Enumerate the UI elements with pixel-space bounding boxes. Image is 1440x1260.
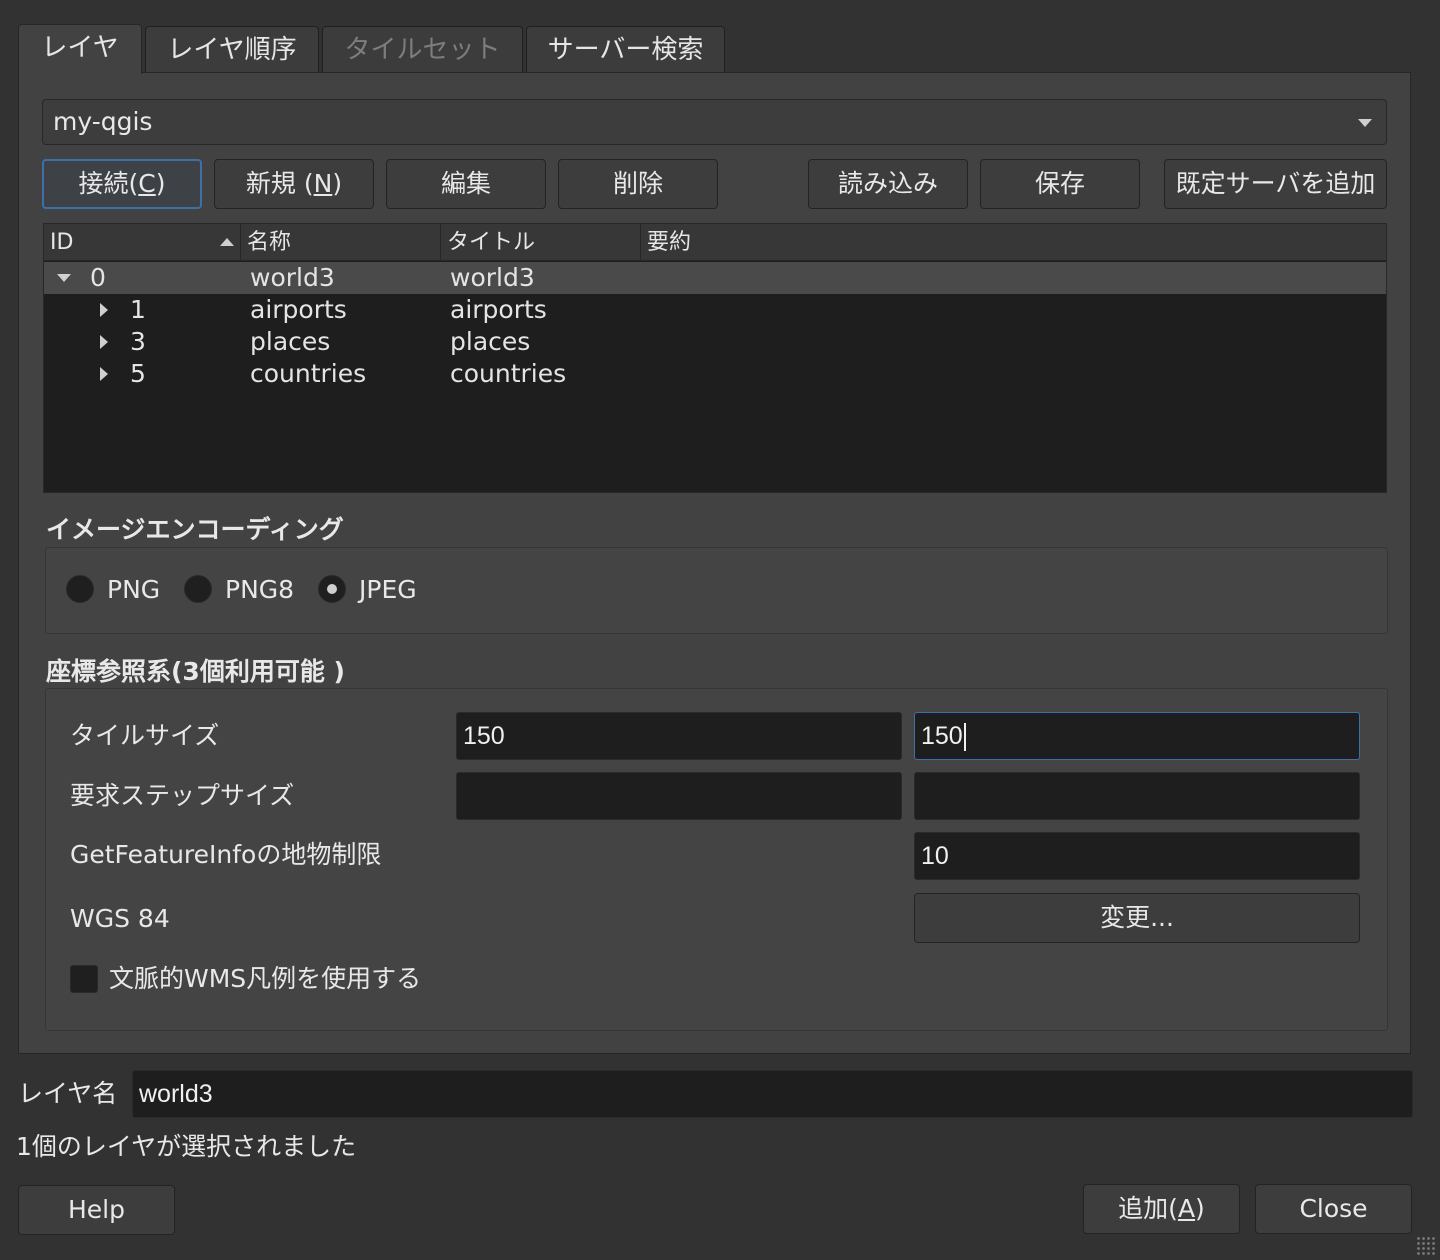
column-header-id[interactable]: ID: [44, 224, 241, 261]
new-button[interactable]: 新規 (N): [214, 159, 374, 209]
row-id: 1: [130, 295, 146, 324]
row-title: places: [450, 327, 531, 356]
collapsed-arrow-icon[interactable]: [100, 303, 108, 317]
tab-server-search[interactable]: サーバー検索: [526, 26, 725, 74]
tab-layers[interactable]: レイヤ: [18, 24, 142, 74]
step-size-label: 要求ステップサイズ: [70, 781, 295, 810]
layer-name-input[interactable]: world3: [132, 1070, 1413, 1118]
row-name: world3: [250, 263, 335, 292]
resize-grip-icon[interactable]: [1416, 1236, 1436, 1256]
add-button[interactable]: 追加(A): [1083, 1184, 1240, 1234]
row-title: countries: [450, 359, 567, 388]
row-id: 0: [90, 263, 106, 292]
encoding-radio-png8[interactable]: [184, 575, 212, 603]
connection-combo[interactable]: my-qgis: [42, 99, 1387, 145]
help-button[interactable]: Help: [18, 1185, 175, 1235]
tab-layer-order[interactable]: レイヤ順序: [145, 26, 319, 74]
row-name: airports: [250, 295, 347, 324]
tile-width-input[interactable]: 150: [456, 712, 902, 760]
edit-button[interactable]: 編集: [386, 159, 546, 209]
chevron-down-icon: [1358, 119, 1372, 127]
feature-limit-input[interactable]: 10: [914, 832, 1360, 880]
image-encoding-group: PNG PNG8 JPEG: [45, 547, 1388, 634]
sort-ascending-icon: [220, 238, 234, 246]
row-name: countries: [250, 359, 367, 388]
feature-limit-label: GetFeatureInfoの地物制限: [70, 840, 382, 869]
crs-title: 座標参照系(3個利用可能 ): [46, 657, 345, 686]
layer-name-label: レイヤ名: [18, 1079, 118, 1108]
tile-height-input[interactable]: 150: [914, 712, 1360, 760]
save-button[interactable]: 保存: [980, 159, 1140, 209]
encoding-radio-png[interactable]: [66, 575, 94, 603]
change-crs-button[interactable]: 変更...: [914, 893, 1360, 943]
connect-button[interactable]: 接続(C): [42, 159, 202, 209]
table-row[interactable]: 0 world3 world3: [44, 262, 1386, 294]
step-width-input[interactable]: [456, 772, 902, 820]
contextual-legend-label[interactable]: 文脈的WMS凡例を使用する: [109, 964, 421, 994]
layer-table[interactable]: ID 名称 タイトル 要約 0 world3 world3 1 airports…: [43, 223, 1387, 493]
column-header-title[interactable]: タイトル: [441, 224, 641, 261]
contextual-legend-checkbox[interactable]: [70, 965, 98, 993]
row-id: 3: [130, 327, 146, 356]
collapsed-arrow-icon[interactable]: [100, 367, 108, 381]
column-header-name[interactable]: 名称: [241, 224, 441, 261]
tab-tilesets: タイルセット: [322, 26, 523, 74]
tile-size-label: タイルサイズ: [70, 721, 220, 750]
row-id: 5: [130, 359, 146, 388]
text-caret: [963, 723, 966, 752]
collapsed-arrow-icon[interactable]: [100, 335, 108, 349]
load-button[interactable]: 読み込み: [808, 159, 968, 209]
encoding-label-jpeg[interactable]: JPEG: [359, 575, 417, 605]
row-title: airports: [450, 295, 547, 324]
row-name: places: [250, 327, 331, 356]
table-row[interactable]: 1 airports airports: [44, 294, 1386, 326]
encoding-label-png[interactable]: PNG: [107, 575, 160, 605]
row-title: world3: [450, 263, 535, 292]
connection-selected: my-qgis: [53, 107, 153, 136]
delete-button[interactable]: 削除: [558, 159, 718, 209]
close-button[interactable]: Close: [1255, 1184, 1412, 1234]
image-encoding-title: イメージエンコーディング: [46, 515, 344, 544]
crs-name: WGS 84: [70, 904, 170, 933]
add-default-servers-button[interactable]: 既定サーバを追加: [1164, 159, 1387, 209]
table-row[interactable]: 3 places places: [44, 326, 1386, 358]
column-header-abstract[interactable]: 要約: [641, 224, 1386, 261]
encoding-radio-jpeg[interactable]: [318, 575, 346, 603]
status-text: 1個のレイヤが選択されました: [16, 1132, 357, 1161]
encoding-label-png8[interactable]: PNG8: [225, 575, 294, 605]
table-row[interactable]: 5 countries countries: [44, 358, 1386, 390]
step-height-input[interactable]: [914, 772, 1360, 820]
expanded-arrow-icon[interactable]: [57, 274, 71, 282]
